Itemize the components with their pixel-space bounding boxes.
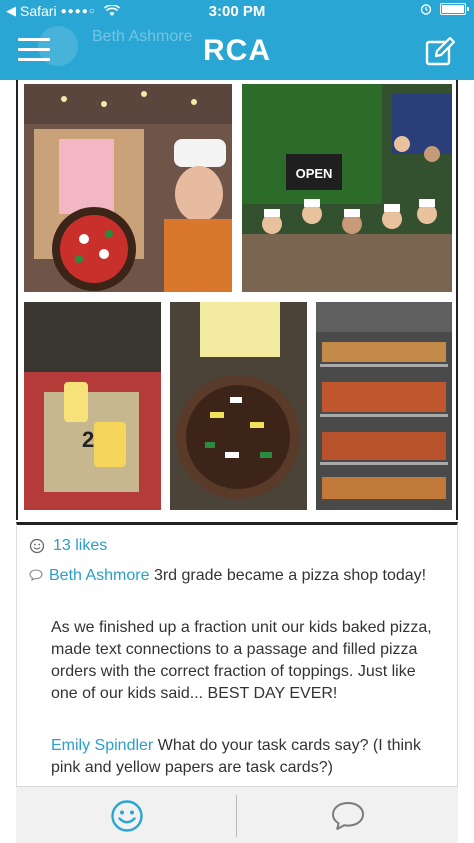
photo-class-group-open-sign[interactable]: OPEN	[242, 84, 452, 292]
svg-text:OPEN: OPEN	[296, 166, 333, 181]
smiley-icon	[29, 538, 45, 554]
status-time: 3:00 PM	[208, 3, 266, 20]
comment-reply: Emily Spindler What do your task cards s…	[51, 735, 446, 779]
photo-collage[interactable]: OPEN 2	[16, 80, 458, 520]
reply-author[interactable]: Emily Spindler	[51, 737, 153, 754]
comment-button[interactable]	[237, 787, 458, 843]
like-button[interactable]	[16, 787, 237, 843]
post-body: As we finished up a fraction unit our ki…	[51, 619, 432, 702]
post-author[interactable]: Beth Ashmore	[49, 567, 150, 584]
page-title: RCA	[203, 34, 271, 67]
photo-girl-pizza-box[interactable]	[24, 84, 232, 292]
status-bar: ◀ Safari ●●●●○ 3:00 PM	[0, 0, 474, 22]
post-caption: Beth Ashmore 3rd grade became a pizza sh…	[29, 565, 441, 587]
comment-bubble-icon	[29, 569, 43, 581]
alarm-icon	[420, 4, 432, 15]
likes-count[interactable]: 13 likes	[29, 537, 107, 555]
photo-paper-pizza[interactable]	[170, 302, 307, 510]
photo-baked-pizza-trays[interactable]	[316, 302, 452, 510]
caption-text: 3rd grade became a pizza shop today!	[153, 567, 427, 584]
battery-icon	[440, 3, 469, 15]
compose-icon[interactable]	[424, 36, 456, 68]
svg-text:2: 2	[82, 427, 94, 452]
likes-label[interactable]: 13 likes	[53, 537, 107, 555]
status-right	[420, 3, 469, 15]
post-card: 13 likes Beth Ashmore 3rd grade became a…	[16, 522, 458, 786]
action-bar	[16, 786, 458, 843]
photo-table-candles[interactable]: 2	[24, 302, 161, 510]
speech-bubble-icon[interactable]	[330, 800, 366, 832]
app-header: Beth Ashmore RCA	[0, 22, 474, 80]
smiley-like-icon[interactable]	[110, 799, 144, 833]
